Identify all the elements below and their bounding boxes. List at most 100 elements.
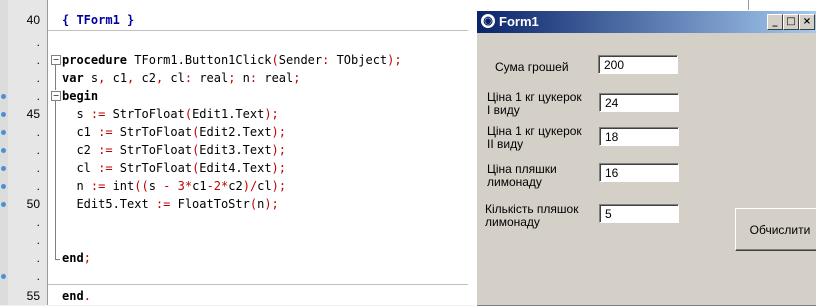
code-token: real [264, 71, 294, 85]
code-token: 3 [177, 179, 185, 193]
edit2-candy-price-1[interactable]: 24 [599, 93, 679, 112]
code-token: real [199, 71, 229, 85]
code-line[interactable]: c2 := StrToFloat(Edit3.Text); [62, 142, 286, 158]
code-line[interactable]: end; [62, 250, 91, 266]
code-token: ; [228, 71, 243, 85]
code-token: var [62, 71, 84, 85]
line-number: 45 [26, 107, 40, 121]
code-line[interactable]: cl := StrToFloat(Edit4.Text); [62, 160, 286, 176]
fold-toggle-icon[interactable]: − [51, 91, 61, 101]
code-token: ); [271, 125, 286, 139]
code-line[interactable]: begin [62, 88, 98, 104]
delphi-form-icon: ◉ [481, 14, 495, 28]
code-token: (( [134, 179, 149, 193]
breakpoint-dot-icon[interactable] [1, 112, 6, 117]
code-token: end [62, 251, 84, 265]
code-token: ( [249, 197, 258, 211]
method-separator [48, 284, 468, 285]
line-number: . [36, 143, 40, 157]
code-token: c1 [62, 125, 99, 139]
line-number: . [36, 215, 40, 229]
code-token: c2 [62, 143, 99, 157]
code-token: int [105, 179, 135, 193]
line-number: . [36, 125, 40, 139]
code-token: ); [271, 179, 287, 193]
breakpoint-dot-icon[interactable] [1, 184, 6, 189]
code-token: : [184, 71, 200, 85]
minimize-button[interactable]: _ [767, 14, 783, 30]
code-line[interactable]: end. [62, 288, 91, 304]
code-token: c1 [112, 71, 128, 85]
line-number: . [36, 89, 40, 103]
code-token: Edit5.Text [62, 197, 156, 211]
line-number: . [36, 269, 40, 283]
code-line[interactable]: procedure TForm1.Button1Click(Sender: TO… [62, 52, 402, 68]
code-token: s [83, 71, 99, 85]
code-token: ); [264, 107, 279, 121]
code-token: { TForm1 } [62, 13, 135, 27]
label-money-sum: Сума грошей [495, 60, 569, 74]
code-token: Edit2.Text [199, 125, 272, 139]
code-token: Edit4.Text [199, 161, 272, 175]
code-token: c1 [192, 179, 207, 193]
code-token: end [62, 289, 84, 303]
line-number: . [36, 53, 40, 67]
code-token: c2 [228, 179, 243, 193]
code-line[interactable]: n := int((s - 3*c1-2*c2)/cl); [62, 178, 286, 194]
fold-toggle-icon[interactable]: − [51, 55, 61, 65]
label-candy-price-1: Ціна 1 кг цукерок І виду [487, 90, 582, 117]
code-token: cl [170, 71, 185, 85]
code-token: := [98, 143, 113, 157]
code-token: cl [62, 161, 99, 175]
code-token: n [62, 179, 91, 193]
code-token: : [322, 53, 337, 67]
code-token: ; [293, 71, 301, 85]
code-token: 2 [213, 179, 222, 193]
breakpoint-dot-icon[interactable] [1, 148, 6, 153]
edit5-lemonade-count[interactable]: 5 [599, 204, 679, 223]
edit4-lemonade-price[interactable]: 16 [599, 163, 679, 182]
code-line[interactable]: c1 := StrToFloat(Edit2.Text); [62, 124, 286, 140]
maximize-button[interactable]: □ [783, 14, 799, 30]
code-line[interactable]: Edit5.Text := FloatToStr(n); [62, 196, 279, 212]
line-number: . [36, 179, 40, 193]
editor-top-divider [748, 0, 749, 10]
code-token: ); [271, 143, 286, 157]
label-lemonade-price: Ціна пляшки лимонаду [487, 162, 557, 189]
line-number: . [36, 233, 40, 247]
breakpoint-dot-icon[interactable] [1, 274, 6, 279]
code-token: begin [62, 89, 99, 103]
title-bar[interactable]: ◉ Form1 _ □ × [477, 11, 816, 33]
breakpoint-dot-icon[interactable] [1, 202, 6, 207]
fold-guide-line [55, 65, 56, 90]
edit3-candy-price-2[interactable]: 18 [599, 127, 679, 146]
code-line[interactable]: s := StrToFloat(Edit1.Text); [62, 106, 279, 122]
fold-end-mark [55, 259, 60, 260]
breakpoint-dot-icon[interactable] [1, 94, 6, 99]
label-candy-price-2: Ціна 1 кг цукерок ІІ виду [487, 124, 582, 151]
code-token: ); [271, 161, 286, 175]
breakpoint-dot-icon[interactable] [1, 166, 6, 171]
line-number: . [36, 35, 40, 49]
breakpoint-dot-icon[interactable] [1, 130, 6, 135]
calculate-button[interactable]: Обчислити [735, 208, 816, 251]
close-button[interactable]: × [799, 14, 815, 30]
line-number: 55 [26, 289, 40, 303]
code-token: := [90, 107, 106, 121]
form1-window[interactable]: ◉ Form1 _ □ × Сума грошей 200 Ціна 1 кг … [475, 10, 816, 306]
code-line[interactable]: { TForm1 } [62, 12, 134, 28]
code-token: := [155, 197, 171, 211]
code-line[interactable]: var s, c1, c2, cl: real; n: real; [62, 70, 301, 86]
code-token: StrToFloat [112, 125, 193, 139]
code-token: StrToFloat [112, 143, 193, 157]
code-token: ); [264, 197, 279, 211]
code-token: := [90, 179, 106, 193]
code-token: c2 [141, 71, 156, 85]
code-token: cl [257, 179, 272, 193]
edit1-money-sum[interactable]: 200 [598, 55, 678, 74]
code-token: : [249, 71, 265, 85]
line-number: 40 [26, 13, 40, 27]
line-number: . [36, 161, 40, 175]
label-lemonade-count: Кількість пляшок лимонаду [485, 202, 579, 229]
